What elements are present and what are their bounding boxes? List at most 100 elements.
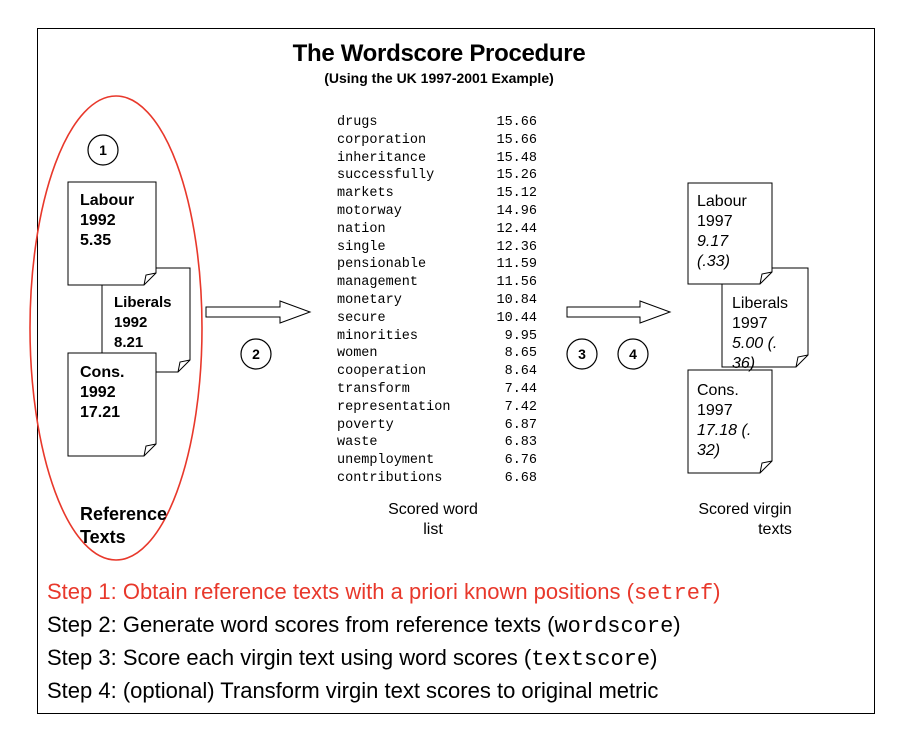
word-list-row: minorities 9.95 xyxy=(337,328,537,346)
ref-labour-text: Labour 1992 5.35 xyxy=(80,191,134,251)
virgin-cons-score: 17.18 (. xyxy=(697,422,752,439)
step-2-end: ) xyxy=(673,612,681,637)
reference-caption-line1: Reference xyxy=(80,504,168,524)
word-list-row: contributions 6.68 xyxy=(337,470,537,488)
step-4-line: Step 4: (optional) Transform virgin text… xyxy=(47,675,721,706)
ref-cons-score: 17.21 xyxy=(80,404,121,421)
word-list-row: motorway 14.96 xyxy=(337,203,537,221)
ref-liberals-text: Liberals 1992 8.21 xyxy=(114,293,172,353)
word-list-row: women 8.65 xyxy=(337,345,537,363)
word-list-score: 6.83 xyxy=(504,435,537,451)
word-list-word: single xyxy=(337,239,386,255)
step-2-number: 2 xyxy=(252,346,260,362)
arrow-to-word-list xyxy=(205,300,312,324)
word-list-score: 14.96 xyxy=(496,203,537,219)
step-list: Step 1: Obtain reference texts with a pr… xyxy=(47,576,721,706)
word-list-word: monetary xyxy=(337,292,402,308)
word-list-row: cooperation 8.64 xyxy=(337,363,537,381)
virgin-caption-line2: texts xyxy=(758,521,792,538)
word-list-word: contributions xyxy=(337,470,443,486)
word-list-word: unemployment xyxy=(337,453,435,469)
word-list-caption: Scored word list xyxy=(368,500,498,540)
virgin-caption: Scored virgin texts xyxy=(680,500,810,540)
word-list-word: management xyxy=(337,275,419,291)
reference-caption: Reference Texts xyxy=(80,503,167,549)
word-list-word: waste xyxy=(337,435,378,451)
word-list-row: markets 15.12 xyxy=(337,185,537,203)
word-list-word: women xyxy=(337,346,378,362)
word-list-row: management 11.56 xyxy=(337,274,537,292)
word-list-score: 9.95 xyxy=(504,328,537,344)
word-list-row: inheritance 15.48 xyxy=(337,150,537,168)
word-list-caption-line1: Scored word xyxy=(388,501,478,518)
step-4-text: Step 4: (optional) Transform virgin text… xyxy=(47,678,659,703)
virgin-cons-name: Cons. xyxy=(697,382,739,399)
word-list-row: successfully 15.26 xyxy=(337,167,537,185)
word-list-score: 6.87 xyxy=(504,417,537,433)
scored-word-list: drugs 15.66 corporation 15.66 inheritance 15.… xyxy=(337,114,537,488)
word-list-score: 12.44 xyxy=(496,221,537,237)
step-3-line: Step 3: Score each virgin text using wor… xyxy=(47,642,721,675)
virgin-liberals-score: 5.00 (. xyxy=(732,335,778,352)
step-3-number: 3 xyxy=(578,346,586,362)
word-list-word: representation xyxy=(337,399,451,415)
virgin-liberals-year: 1997 xyxy=(732,315,768,332)
step-3-text: Step 3: Score each virgin text using wor… xyxy=(47,645,532,670)
word-list-score: 11.56 xyxy=(496,275,537,291)
virgin-cons-text: Cons. 1997 17.18 (. 32) xyxy=(697,381,751,461)
step-1-end: ) xyxy=(713,579,721,604)
word-list-score: 6.76 xyxy=(504,453,537,469)
virgin-liberals-text: Liberals 1997 5.00 (. 36) xyxy=(732,294,788,374)
virgin-caption-line1: Scored virgin xyxy=(698,501,792,518)
word-list-word: successfully xyxy=(337,168,435,184)
word-list-word: cooperation xyxy=(337,364,427,380)
word-list-score: 7.42 xyxy=(504,399,537,415)
virgin-labour-year: 1997 xyxy=(697,213,733,230)
word-list-row: drugs 15.66 xyxy=(337,114,537,132)
step-1-text: Step 1: Obtain reference texts with a pr… xyxy=(47,579,634,604)
step-1-number: 1 xyxy=(99,142,107,158)
step-2-code: wordscore xyxy=(554,614,674,639)
virgin-liberals-name: Liberals xyxy=(732,295,789,312)
step-2-line: Step 2: Generate word scores from refere… xyxy=(47,609,721,642)
word-list-score: 8.64 xyxy=(504,364,537,380)
virgin-cons-se: 32) xyxy=(697,442,721,459)
step-1-line: Step 1: Obtain reference texts with a pr… xyxy=(47,576,721,609)
ref-cons-text: Cons. 1992 17.21 xyxy=(80,363,124,423)
word-list-row: secure 10.44 xyxy=(337,310,537,328)
word-list-score: 7.44 xyxy=(504,381,537,397)
word-list-score: 8.65 xyxy=(504,346,537,362)
word-list-word: markets xyxy=(337,186,394,202)
ref-liberals-year: 1992 xyxy=(114,314,148,331)
word-list-row: single 12.36 xyxy=(337,239,537,257)
word-list-row: representation 7.42 xyxy=(337,399,537,417)
virgin-cons-year: 1997 xyxy=(697,402,733,419)
word-list-word: transform xyxy=(337,381,410,397)
word-list-row: transform 7.44 xyxy=(337,381,537,399)
word-list-word: poverty xyxy=(337,417,394,433)
step-3-code: textscore xyxy=(531,647,651,672)
word-list-score: 15.48 xyxy=(496,150,537,166)
step-4-number: 4 xyxy=(629,346,637,362)
word-list-row: nation 12.44 xyxy=(337,221,537,239)
ref-liberals-name: Liberals xyxy=(114,294,172,311)
step-1-code: setref xyxy=(633,581,714,606)
virgin-labour-score: 9.17 xyxy=(697,233,729,250)
word-list-word: drugs xyxy=(337,115,378,130)
step-2-text: Step 2: Generate word scores from refere… xyxy=(47,612,555,637)
word-list-score: 15.66 xyxy=(496,115,537,130)
word-list-row: pensionable 11.59 xyxy=(337,256,537,274)
arrow-to-virgin-texts xyxy=(566,300,672,324)
ref-cons-name: Cons. xyxy=(80,364,125,381)
word-list-score: 15.12 xyxy=(496,186,537,202)
word-list-score: 15.26 xyxy=(496,168,537,184)
virgin-labour-se: (.33) xyxy=(697,253,730,270)
word-list-word: pensionable xyxy=(337,257,427,273)
word-list-row: poverty 6.87 xyxy=(337,417,537,435)
word-list-caption-line2: list xyxy=(423,521,443,538)
word-list-word: corporation xyxy=(337,132,427,148)
word-list-score: 15.66 xyxy=(496,132,537,148)
word-list-row: unemployment 6.76 xyxy=(337,452,537,470)
word-list-row: monetary 10.84 xyxy=(337,292,537,310)
ref-liberals-score: 8.21 xyxy=(114,334,144,351)
